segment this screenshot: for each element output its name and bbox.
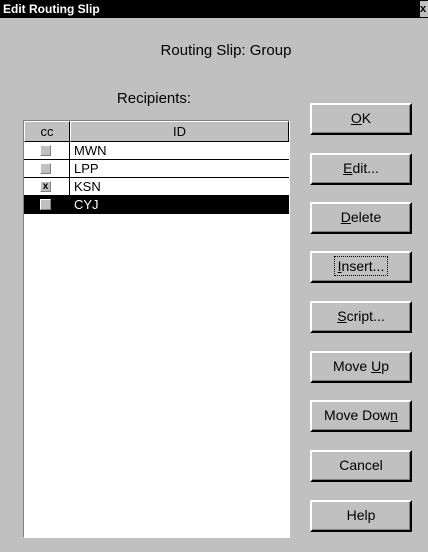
cc-checkbox[interactable]	[40, 199, 51, 210]
button-label: Help	[346, 507, 376, 523]
ok-button[interactable]: OK	[310, 103, 412, 135]
button-label: Edit...	[343, 160, 379, 176]
title-bar[interactable]: Edit Routing Slip x	[0, 0, 428, 18]
cc-cell	[24, 160, 70, 177]
table-row-selected[interactable]: CYJ	[24, 196, 289, 214]
cc-checkbox[interactable]	[40, 145, 51, 156]
help-button[interactable]: Help	[310, 500, 412, 532]
insert-button[interactable]: Insert...	[310, 251, 412, 283]
cc-checkbox[interactable]: x	[40, 181, 51, 192]
button-label: Script...	[337, 308, 385, 324]
move-up-button[interactable]: Move Up	[310, 351, 412, 383]
edit-button[interactable]: Edit...	[310, 153, 412, 185]
column-header-id[interactable]: ID	[70, 121, 289, 142]
script-button[interactable]: Script...	[310, 301, 412, 333]
table-row[interactable]: MWN	[24, 142, 289, 160]
recipients-list[interactable]: cc ID MWN LPP x KSN CYJ	[23, 120, 290, 538]
recipient-id: MWN	[74, 143, 107, 158]
table-row[interactable]: LPP	[24, 160, 289, 178]
cc-cell	[24, 142, 70, 159]
button-label: Move Up	[332, 358, 390, 374]
button-label: Insert...	[333, 256, 389, 276]
cc-checkbox[interactable]	[40, 163, 51, 174]
cancel-button[interactable]: Cancel	[310, 450, 412, 482]
routing-slip-subtitle: Routing Slip: Group	[160, 42, 292, 59]
button-label: Move Down	[324, 407, 398, 423]
button-label: Cancel	[339, 457, 383, 473]
move-down-button[interactable]: Move Down	[310, 400, 412, 432]
button-label: Delete	[340, 209, 382, 225]
recipients-label: Recipients:	[116, 90, 192, 107]
recipient-id: LPP	[74, 161, 99, 176]
cc-cell	[24, 196, 70, 213]
close-icon[interactable]: x	[420, 1, 428, 17]
button-label: OK	[350, 110, 372, 126]
column-header-cc[interactable]: cc	[24, 121, 70, 142]
window-title: Edit Routing Slip	[3, 2, 100, 16]
recipient-id: CYJ	[74, 197, 99, 212]
edit-routing-slip-dialog: Edit Routing Slip x Routing Slip: Group …	[0, 0, 428, 552]
cc-cell: x	[24, 178, 70, 195]
table-row[interactable]: x KSN	[24, 178, 289, 196]
delete-button[interactable]: Delete	[310, 202, 412, 234]
recipient-id: KSN	[74, 179, 101, 194]
